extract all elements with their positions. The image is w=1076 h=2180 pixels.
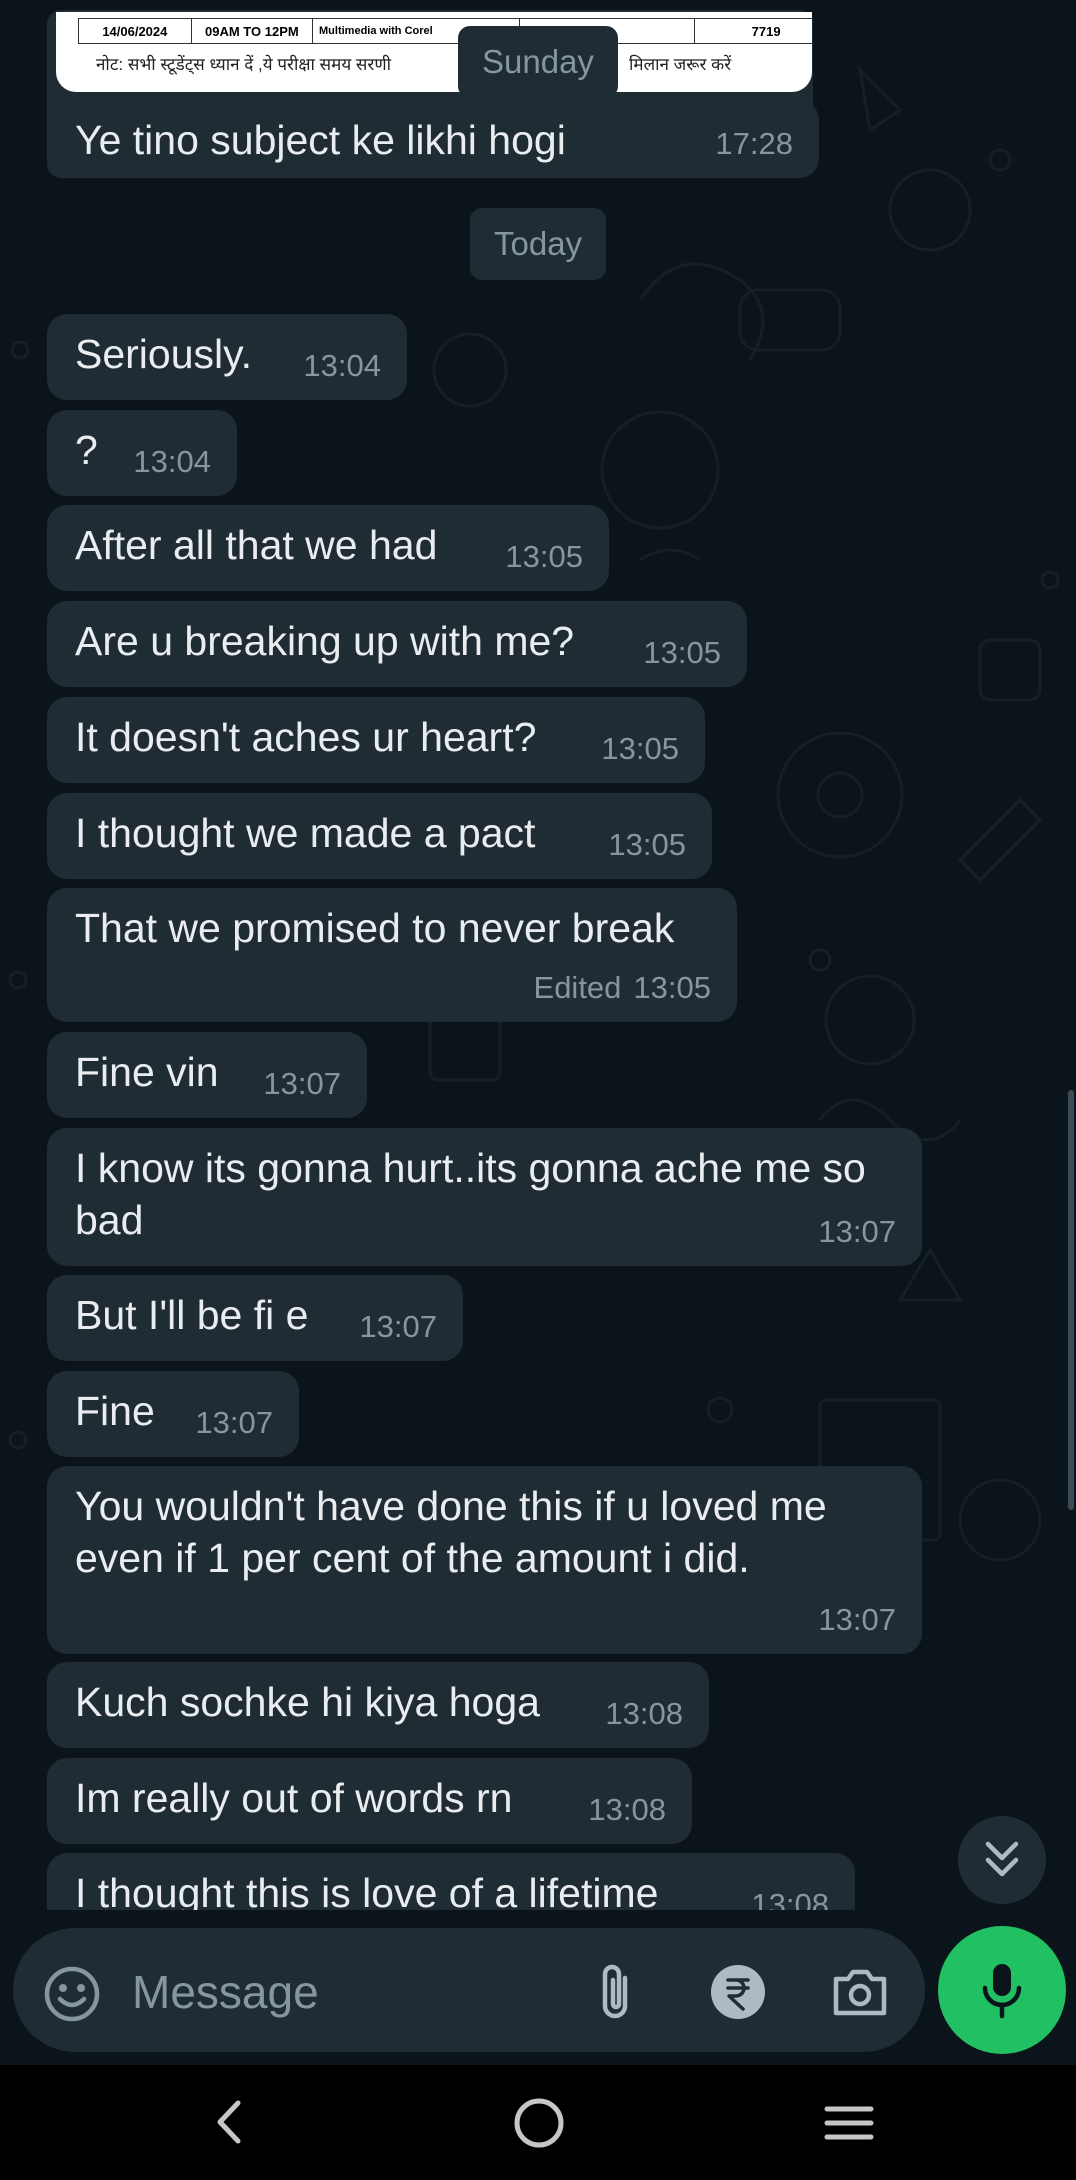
- image-attachment[interactable]: 14/06/2024 09AM TO 12PM Multimedia with …: [56, 12, 812, 92]
- message-time: 13:07: [359, 1309, 437, 1344]
- message-bubble[interactable]: It doesn't aches ur heart? 13:05: [47, 697, 705, 783]
- exam-schedule-table: 14/06/2024 09AM TO 12PM Multimedia with …: [78, 18, 812, 44]
- scrollbar-thumb[interactable]: [1068, 1090, 1074, 1510]
- message-time: Edited 13:05: [534, 970, 711, 1006]
- message-text: Fine: [75, 1388, 155, 1434]
- message-bubble[interactable]: You wouldn't have done this if u loved m…: [47, 1466, 922, 1654]
- home-button[interactable]: [508, 2092, 570, 2154]
- message-time: 13:08: [588, 1792, 666, 1827]
- message-text: Are u breaking up with me?: [75, 618, 575, 664]
- exam-note-right: मिलान जरूर करें: [629, 55, 732, 74]
- edited-label: Edited: [533, 970, 622, 1005]
- message-time-value: 13:05: [633, 970, 711, 1005]
- message-time: 13:05: [608, 827, 686, 862]
- message-time: 13:05: [505, 539, 583, 574]
- camera-icon: [833, 1969, 887, 2016]
- date-chip-today: Today: [470, 208, 607, 280]
- message-time: 13:04: [303, 348, 381, 383]
- message-bubble[interactable]: After all that we had 13:05: [47, 505, 609, 591]
- mic-icon: [982, 1964, 1022, 2019]
- message-bubble[interactable]: Ye tino subject ke likhi hogi 17:28: [47, 100, 819, 178]
- message-bubble[interactable]: Fine vin 13:07: [47, 1032, 367, 1118]
- double-chevron-down-icon: [985, 1841, 1019, 1877]
- message-text: Seriously.: [75, 331, 252, 377]
- message-time: 13:04: [133, 444, 211, 479]
- message-text: Ye tino subject ke likhi hogi: [75, 117, 566, 163]
- message-bubble[interactable]: But I'll be fi e 13:07: [47, 1275, 463, 1361]
- message-input[interactable]: Message: [132, 1964, 319, 2020]
- message-text: I thought we made a pact: [75, 810, 536, 856]
- rupee-icon: [711, 1965, 765, 2019]
- message-bubble[interactable]: Fine 13:07: [47, 1371, 299, 1457]
- message-text: Fine vin: [75, 1049, 219, 1095]
- emoji-button[interactable]: [40, 1962, 104, 2026]
- date-chip-sunday: Sunday: [458, 26, 618, 98]
- message-time: 13:07: [195, 1405, 273, 1440]
- emoji-icon: [44, 1966, 100, 2022]
- attach-button[interactable]: [590, 1960, 640, 2024]
- mic-button[interactable]: [938, 1926, 1066, 2054]
- message-text: You wouldn't have done this if u loved m…: [75, 1483, 827, 1581]
- paperclip-icon: [602, 1964, 628, 2019]
- message-time: 13:07: [818, 1602, 896, 1637]
- message-bubble[interactable]: Im really out of words rn 13:08: [47, 1758, 692, 1844]
- back-button[interactable]: [200, 2092, 260, 2152]
- message-time: 13:07: [263, 1066, 341, 1101]
- message-bubble[interactable]: ? 13:04: [47, 410, 237, 496]
- message-time: 13:05: [643, 635, 721, 670]
- message-bubble[interactable]: I thought we made a pact 13:05: [47, 793, 712, 879]
- message-text: I know its gonna hurt..its gonna ache me…: [75, 1145, 866, 1243]
- recents-button[interactable]: [818, 2092, 880, 2154]
- message-time: 13:05: [601, 731, 679, 766]
- table-cell: 7719: [694, 18, 812, 44]
- message-bubble[interactable]: Seriously. 13:04: [47, 314, 407, 400]
- table-cell: 14/06/2024: [78, 18, 192, 44]
- menu-icon: [824, 2106, 874, 2140]
- camera-button[interactable]: [828, 1962, 892, 2022]
- message-time: 17:28: [715, 126, 793, 161]
- message-text: But I'll be fi e: [75, 1292, 309, 1338]
- message-bubble[interactable]: Are u breaking up with me? 13:05: [47, 601, 747, 687]
- scroll-to-bottom-button[interactable]: [958, 1816, 1046, 1904]
- message-text: That we promised to never break: [75, 905, 675, 951]
- message-time: 13:08: [605, 1696, 683, 1731]
- message-text: ?: [75, 427, 98, 473]
- message-text: Kuch sochke hi kiya hoga: [75, 1679, 540, 1725]
- message-bubble[interactable]: I know its gonna hurt..its gonna ache me…: [47, 1128, 922, 1266]
- message-bubble[interactable]: That we promised to never break Edited 13…: [47, 888, 737, 1022]
- payment-button[interactable]: [708, 1962, 768, 2022]
- message-text: After all that we had: [75, 522, 438, 568]
- message-text: It doesn't aches ur heart?: [75, 714, 537, 760]
- home-icon: [514, 2098, 564, 2148]
- message-bubble[interactable]: Kuch sochke hi kiya hoga 13:08: [47, 1662, 709, 1748]
- back-icon: [217, 2100, 241, 2144]
- message-text: Im really out of words rn: [75, 1775, 513, 1821]
- message-time: 13:07: [818, 1214, 896, 1249]
- exam-note-left: नोट: सभी स्टूडेंट्स ध्यान दें ,ये परीक्ष…: [96, 55, 392, 74]
- table-cell: 09AM TO 12PM: [190, 18, 314, 44]
